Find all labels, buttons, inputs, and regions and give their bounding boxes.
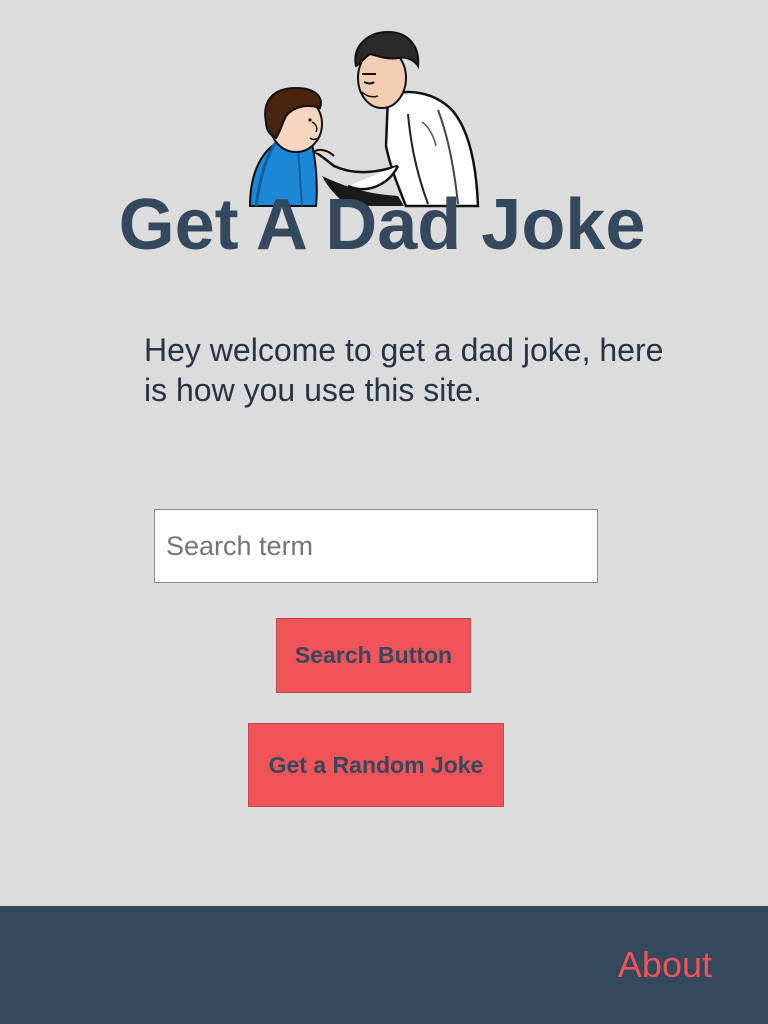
footer: About (0, 906, 768, 1024)
intro-text: Hey welcome to get a dad joke, here is h… (144, 332, 664, 408)
page: Get A Dad Joke Hey welcome to get a dad … (0, 0, 768, 1024)
random-joke-button[interactable]: Get a Random Joke (248, 723, 504, 807)
about-link[interactable]: About (618, 944, 712, 986)
search-button[interactable]: Search Button (276, 618, 471, 693)
search-input[interactable] (154, 509, 598, 583)
page-title: Get A Dad Joke (118, 185, 646, 265)
